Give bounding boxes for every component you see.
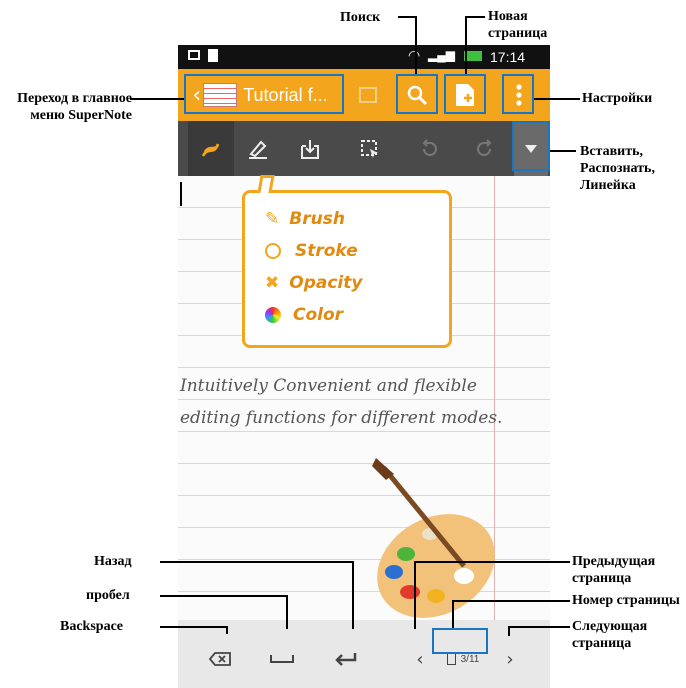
chevron-right-icon: › (506, 648, 514, 670)
main-menu-highlight (184, 74, 344, 114)
space-icon (270, 655, 294, 663)
new-page-leader (465, 16, 485, 18)
highlighter-icon (249, 140, 267, 159)
redo-icon (477, 138, 492, 156)
space-leader (160, 595, 288, 597)
next-page-button[interactable]: › (500, 644, 520, 674)
callout-search: Поиск (340, 10, 381, 25)
color-wheel-icon (265, 307, 281, 323)
callout-new-page: Новая страница (488, 9, 548, 41)
page-number-leader-v (452, 600, 454, 628)
callout-insert: Вставить, Распознать, Линейка (580, 144, 655, 193)
brush-icon: ✎ (265, 209, 280, 229)
brush-settings-bubble: ✎ Brush Stroke ✖ Opacity Color (242, 175, 452, 348)
page-number-leader (452, 600, 570, 602)
callout-prev-page: Предыдущая страница (572, 554, 656, 586)
callout-settings: Настройки (582, 91, 653, 106)
search-leader-v (415, 16, 417, 74)
backspace-leader-v (226, 626, 228, 634)
notification-icon (188, 50, 200, 60)
enter-icon (335, 653, 357, 666)
settings-highlight (502, 74, 534, 114)
space-leader-v (286, 595, 288, 629)
brush-icon (201, 143, 220, 157)
undo-button[interactable] (410, 121, 450, 176)
next-page-leader-v (508, 626, 510, 636)
prev-page-button[interactable]: ‹ (410, 644, 430, 674)
handwriting-line-2: editing functions for different modes. (180, 408, 503, 428)
legend-item-stroke: Stroke (265, 241, 358, 261)
callout-next-page: Следующая страница (572, 619, 648, 651)
handwriting-line-1: Intuitively Convenient and flexible (180, 376, 477, 396)
chevron-left-icon: ‹ (416, 648, 424, 670)
text-cursor (180, 182, 182, 206)
legend-item-opacity: ✖ Opacity (265, 273, 363, 293)
page-indicator: 3/11 (460, 653, 480, 665)
backspace-leader (160, 626, 228, 628)
search-highlight (396, 74, 438, 114)
callout-back: Назад (94, 554, 132, 569)
backspace-button[interactable] (200, 644, 240, 674)
import-icon (301, 139, 319, 159)
page-number-highlight (432, 628, 488, 654)
insert-tool-button[interactable] (290, 121, 330, 176)
legend-item-color: Color (265, 305, 343, 325)
keyboard-icon (359, 87, 377, 103)
brush-tool-button[interactable] (188, 121, 234, 176)
circle-icon (265, 243, 281, 259)
callout-main-menu: Переход в главное меню SuperNote (17, 91, 132, 123)
prev-page-leader (414, 561, 570, 563)
clock: 17:14 (490, 49, 526, 65)
back-leader (160, 561, 354, 563)
bubble-tail (257, 175, 275, 193)
sd-card-icon (208, 49, 218, 62)
opacity-icon: ✖ (265, 273, 280, 293)
keyboard-mode-button[interactable] (356, 83, 380, 107)
note-page[interactable]: ✎ Brush Stroke ✖ Opacity Color Intuitively… (178, 175, 550, 646)
bottom-bar: ‹ 3/11 › (178, 620, 550, 688)
back-leader-v (352, 561, 354, 629)
insert-leader (550, 150, 576, 152)
phone-screen: ◠ ▂▄▆ 17:14 ‹ Tutorial f... (178, 45, 550, 688)
undo-icon (422, 138, 437, 156)
prev-page-leader-v (414, 561, 416, 629)
settings-leader (534, 98, 580, 100)
edit-toolbar (178, 121, 550, 176)
new-page-highlight (444, 74, 486, 114)
callout-backspace: Backspace (60, 619, 123, 634)
space-button[interactable] (258, 644, 306, 674)
next-page-leader (508, 626, 570, 628)
insert-highlight (512, 121, 550, 171)
redo-button[interactable] (464, 121, 504, 176)
main-menu-leader (130, 98, 184, 100)
legend-item-brush: ✎ Brush (265, 209, 345, 229)
backspace-icon (209, 652, 231, 666)
enter-button[interactable] (326, 644, 366, 674)
search-leader (398, 16, 416, 18)
select-tool-button[interactable] (350, 121, 390, 176)
callout-space: пробел (86, 588, 130, 603)
selection-icon (361, 139, 378, 158)
highlighter-tool-button[interactable] (238, 121, 278, 176)
status-bar: ◠ ▂▄▆ 17:14 (178, 45, 550, 69)
new-page-leader-v (465, 16, 467, 74)
callout-page-number: Номер страницы (572, 593, 680, 608)
page-icon (446, 653, 456, 665)
signal-icon: ▂▄▆ (428, 48, 455, 62)
